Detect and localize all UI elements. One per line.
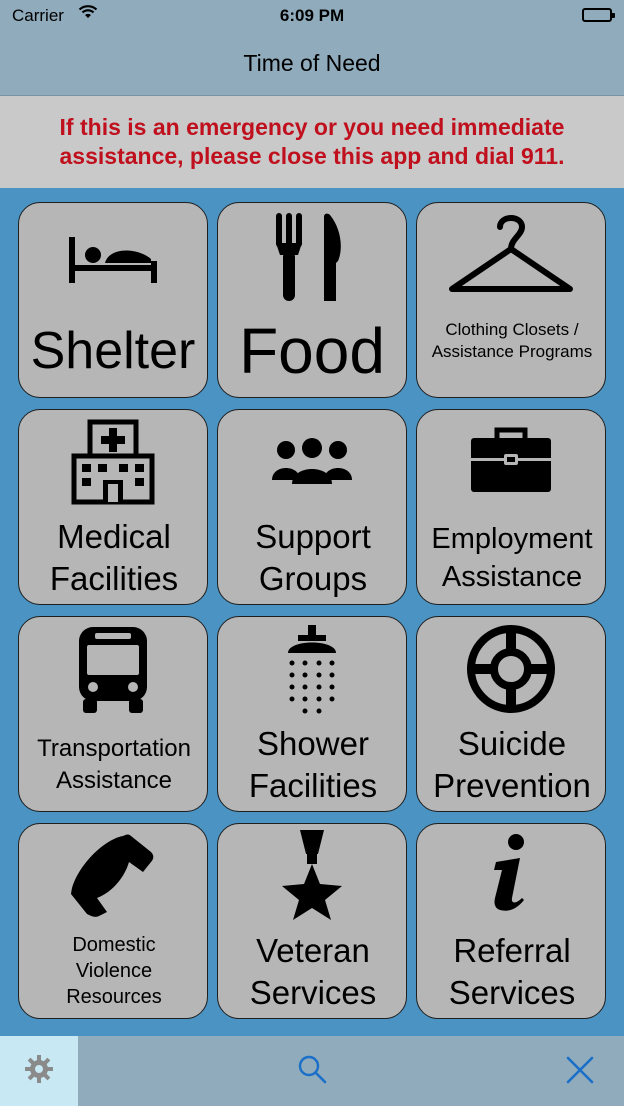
- hospital-icon: [19, 416, 207, 506]
- nav-bar: Time of Need: [0, 32, 624, 96]
- group-icon: [218, 438, 406, 488]
- settings-button[interactable]: [0, 1036, 78, 1106]
- tile-label: Employment Assistance: [431, 523, 593, 593]
- search-button[interactable]: [288, 1054, 336, 1088]
- tile-label: Shower Facilities: [248, 725, 378, 804]
- tile-medical[interactable]: Medical Facilities: [18, 409, 208, 605]
- tile-referral[interactable]: Referral Services: [416, 823, 606, 1019]
- tile-label: Medical Facilities: [49, 518, 179, 597]
- status-bar: Carrier 6:09 PM: [0, 0, 624, 32]
- tile-label: Suicide Prevention: [433, 725, 591, 804]
- tile-suicide-prevention[interactable]: Suicide Prevention: [416, 616, 606, 812]
- tile-label: Food: [239, 315, 385, 387]
- tile-label: Referral Services: [448, 932, 576, 1011]
- battery-icon: [582, 8, 615, 22]
- tile-support[interactable]: Support Groups: [217, 409, 407, 605]
- tile-shower[interactable]: Shower Facilities: [217, 616, 407, 812]
- briefcase-icon: [417, 424, 605, 494]
- tile-veteran[interactable]: Veteran Services: [217, 823, 407, 1019]
- bed-icon: [19, 235, 207, 287]
- search-icon: [297, 1054, 327, 1089]
- shower-icon: [218, 623, 406, 715]
- fork-knife-icon: [218, 211, 406, 303]
- bottom-toolbar: [0, 1036, 624, 1106]
- tile-domestic-violence[interactable]: Domestic Violence Resources: [18, 823, 208, 1019]
- bus-icon: [19, 625, 207, 715]
- page-title: Time of Need: [243, 50, 381, 76]
- tile-label: Domestic Violence Resources: [66, 934, 162, 1008]
- close-icon: [566, 1056, 594, 1089]
- tile-label: Veteran Services: [249, 932, 377, 1011]
- phone-icon: [19, 832, 207, 918]
- info-icon: [417, 834, 605, 914]
- category-grid: Shelter Food Clothing Closets / Assistan…: [0, 188, 624, 1036]
- tile-food[interactable]: Food: [217, 202, 407, 398]
- tile-label: Support Groups: [255, 518, 371, 597]
- hanger-icon: [417, 209, 605, 301]
- tile-transportation[interactable]: Transportation Assistance: [18, 616, 208, 812]
- tile-label: Shelter: [30, 322, 196, 380]
- tile-shelter[interactable]: Shelter: [18, 202, 208, 398]
- medal-icon: [218, 828, 406, 920]
- clock: 6:09 PM: [279, 6, 345, 25]
- tile-label: Clothing Closets / Assistance Programs: [431, 320, 593, 361]
- lifebuoy-icon: [417, 623, 605, 715]
- close-button[interactable]: [560, 1054, 600, 1090]
- emergency-banner: If this is an emergency or you need imme…: [0, 96, 624, 188]
- tile-clothing[interactable]: Clothing Closets / Assistance Programs: [416, 202, 606, 398]
- gear-icon: [24, 1054, 54, 1089]
- tile-employment[interactable]: Employment Assistance: [416, 409, 606, 605]
- tile-label: Transportation Assistance: [37, 735, 191, 794]
- emergency-text: If this is an emergency or you need imme…: [59, 114, 565, 169]
